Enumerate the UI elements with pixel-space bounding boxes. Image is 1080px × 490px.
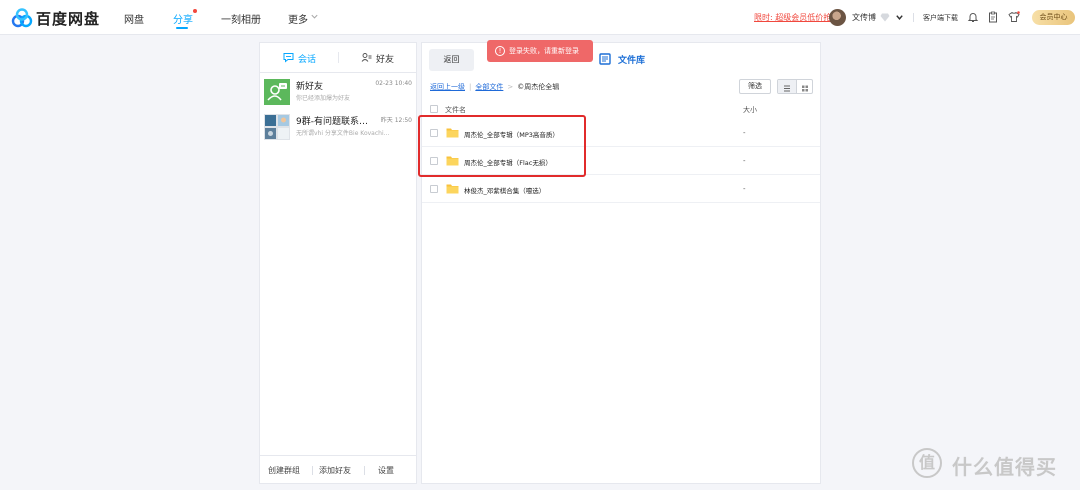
grid-icon: [802, 85, 808, 92]
shirt-icon[interactable]: [1008, 11, 1020, 23]
friends-icon[interactable]: [361, 52, 372, 63]
breadcrumb-back[interactable]: 返回上一级: [430, 83, 465, 91]
active-nav-underline: [176, 27, 188, 29]
select-all-checkbox[interactable]: [430, 105, 438, 113]
chat-time: 02-23 10:40: [375, 80, 412, 87]
chat-item-new-friend[interactable]: 新好友 02-23 10:40 你已经添加爆为好友: [260, 75, 416, 110]
top-nav-bar: 百度网盘 网盘 分享 一刻相册 更多 限时: 超级会员低价抢 文传博 客户端下载…: [0, 0, 1080, 35]
error-toast: ! 登录失败，请重新登录: [487, 40, 593, 62]
breadcrumb: 返回上一级 | 全部文件 > ©周杰伦全辑: [430, 83, 560, 91]
file-size: -: [743, 185, 746, 193]
chat-preview: 无所谓vhi 分享文件Bie Kovachi…: [296, 130, 390, 137]
toast-message: 登录失败，请重新登录: [509, 47, 579, 55]
clipboard-icon[interactable]: [987, 11, 999, 23]
sidebar-tabs: 会话 好友: [260, 43, 416, 73]
user-avatar[interactable]: [829, 9, 846, 26]
list-icon: [784, 85, 790, 92]
back-button[interactable]: 返回: [429, 49, 474, 71]
client-download-link[interactable]: 客户端下载: [923, 13, 958, 23]
create-group-button[interactable]: 创建群组: [268, 465, 300, 476]
watermark: 值 什么值得买: [912, 448, 1072, 482]
group-avatar-icon: [264, 114, 290, 140]
chat-name: 9群-有问题联系…: [296, 117, 368, 127]
folder-icon: [446, 184, 459, 194]
column-header-size[interactable]: 大小: [743, 105, 757, 115]
chat-preview: 你已经添加爆为好友: [296, 95, 351, 102]
promo-link[interactable]: 限时: 超级会员低价抢: [754, 12, 831, 23]
tab-divider: [338, 52, 339, 63]
breadcrumb-current: ©周杰伦全辑: [517, 83, 560, 91]
chat-name: 新好友: [296, 82, 324, 92]
nav-item-share[interactable]: 分享: [173, 11, 193, 26]
baidu-netdisk-logo-icon[interactable]: [11, 8, 33, 28]
chat-item-group[interactable]: 9群-有问题联系… 昨天 12:50 无所谓vhi 分享文件Bie Kovach…: [260, 110, 416, 145]
column-header-name[interactable]: 文件名: [445, 105, 466, 115]
notification-dot: [193, 9, 197, 13]
alert-icon: !: [495, 46, 505, 56]
diamond-icon[interactable]: [880, 13, 890, 22]
grid-view-button[interactable]: [796, 80, 812, 93]
table-row[interactable]: 林俊杰_邓紫棋合集（嚏选） -: [422, 175, 820, 203]
watermark-text: 什么值得买: [952, 455, 1057, 479]
tab-conversations[interactable]: 会话: [298, 52, 316, 65]
divider: [913, 13, 914, 22]
view-toggle: [777, 79, 813, 94]
list-view-button[interactable]: [778, 80, 796, 93]
library-title: 文件库: [618, 56, 646, 66]
nav-item-album[interactable]: 一刻相册: [221, 11, 261, 26]
tab-friends[interactable]: 好友: [376, 52, 394, 65]
library-icon: [599, 53, 611, 65]
divider: [364, 466, 365, 475]
new-friend-avatar-icon: [264, 79, 290, 105]
sidebar-footer: 创建群组 添加好友 设置: [260, 455, 416, 483]
nav-item-more[interactable]: 更多: [288, 11, 308, 26]
user-menu-chevron-icon[interactable]: [895, 13, 904, 22]
filter-button[interactable]: 筛选: [739, 79, 771, 94]
file-size: -: [743, 157, 746, 165]
chat-sidebar: 会话 好友 新好友 02-23 10:40 你已经添加爆为好友 9群-有问题联系…: [259, 42, 417, 484]
file-library-panel: 返回 文件库 返回上一级 | 全部文件 > ©周杰伦全辑 筛选 文件名 大小 周…: [421, 42, 821, 484]
watermark-logo-icon: 值: [912, 448, 942, 478]
username[interactable]: 文传博: [852, 12, 876, 23]
member-center-button[interactable]: 会员中心: [1032, 10, 1075, 25]
chevron-down-icon[interactable]: [310, 12, 319, 21]
nav-item-netdisk[interactable]: 网盘: [124, 11, 144, 26]
row-checkbox[interactable]: [430, 185, 438, 193]
add-friend-button[interactable]: 添加好友: [319, 465, 351, 476]
brand-title[interactable]: 百度网盘: [36, 8, 100, 29]
highlight-annotation-box: [418, 115, 586, 177]
chat-time: 昨天 12:50: [380, 117, 412, 124]
settings-button[interactable]: 设置: [378, 465, 394, 476]
divider: [312, 466, 313, 475]
chat-bubble-icon[interactable]: [283, 52, 294, 63]
file-size: -: [743, 129, 746, 137]
bell-icon[interactable]: [967, 11, 979, 23]
file-name[interactable]: 林俊杰_邓紫棋合集（嚏选）: [464, 185, 545, 195]
breadcrumb-all-files[interactable]: 全部文件: [475, 83, 503, 91]
